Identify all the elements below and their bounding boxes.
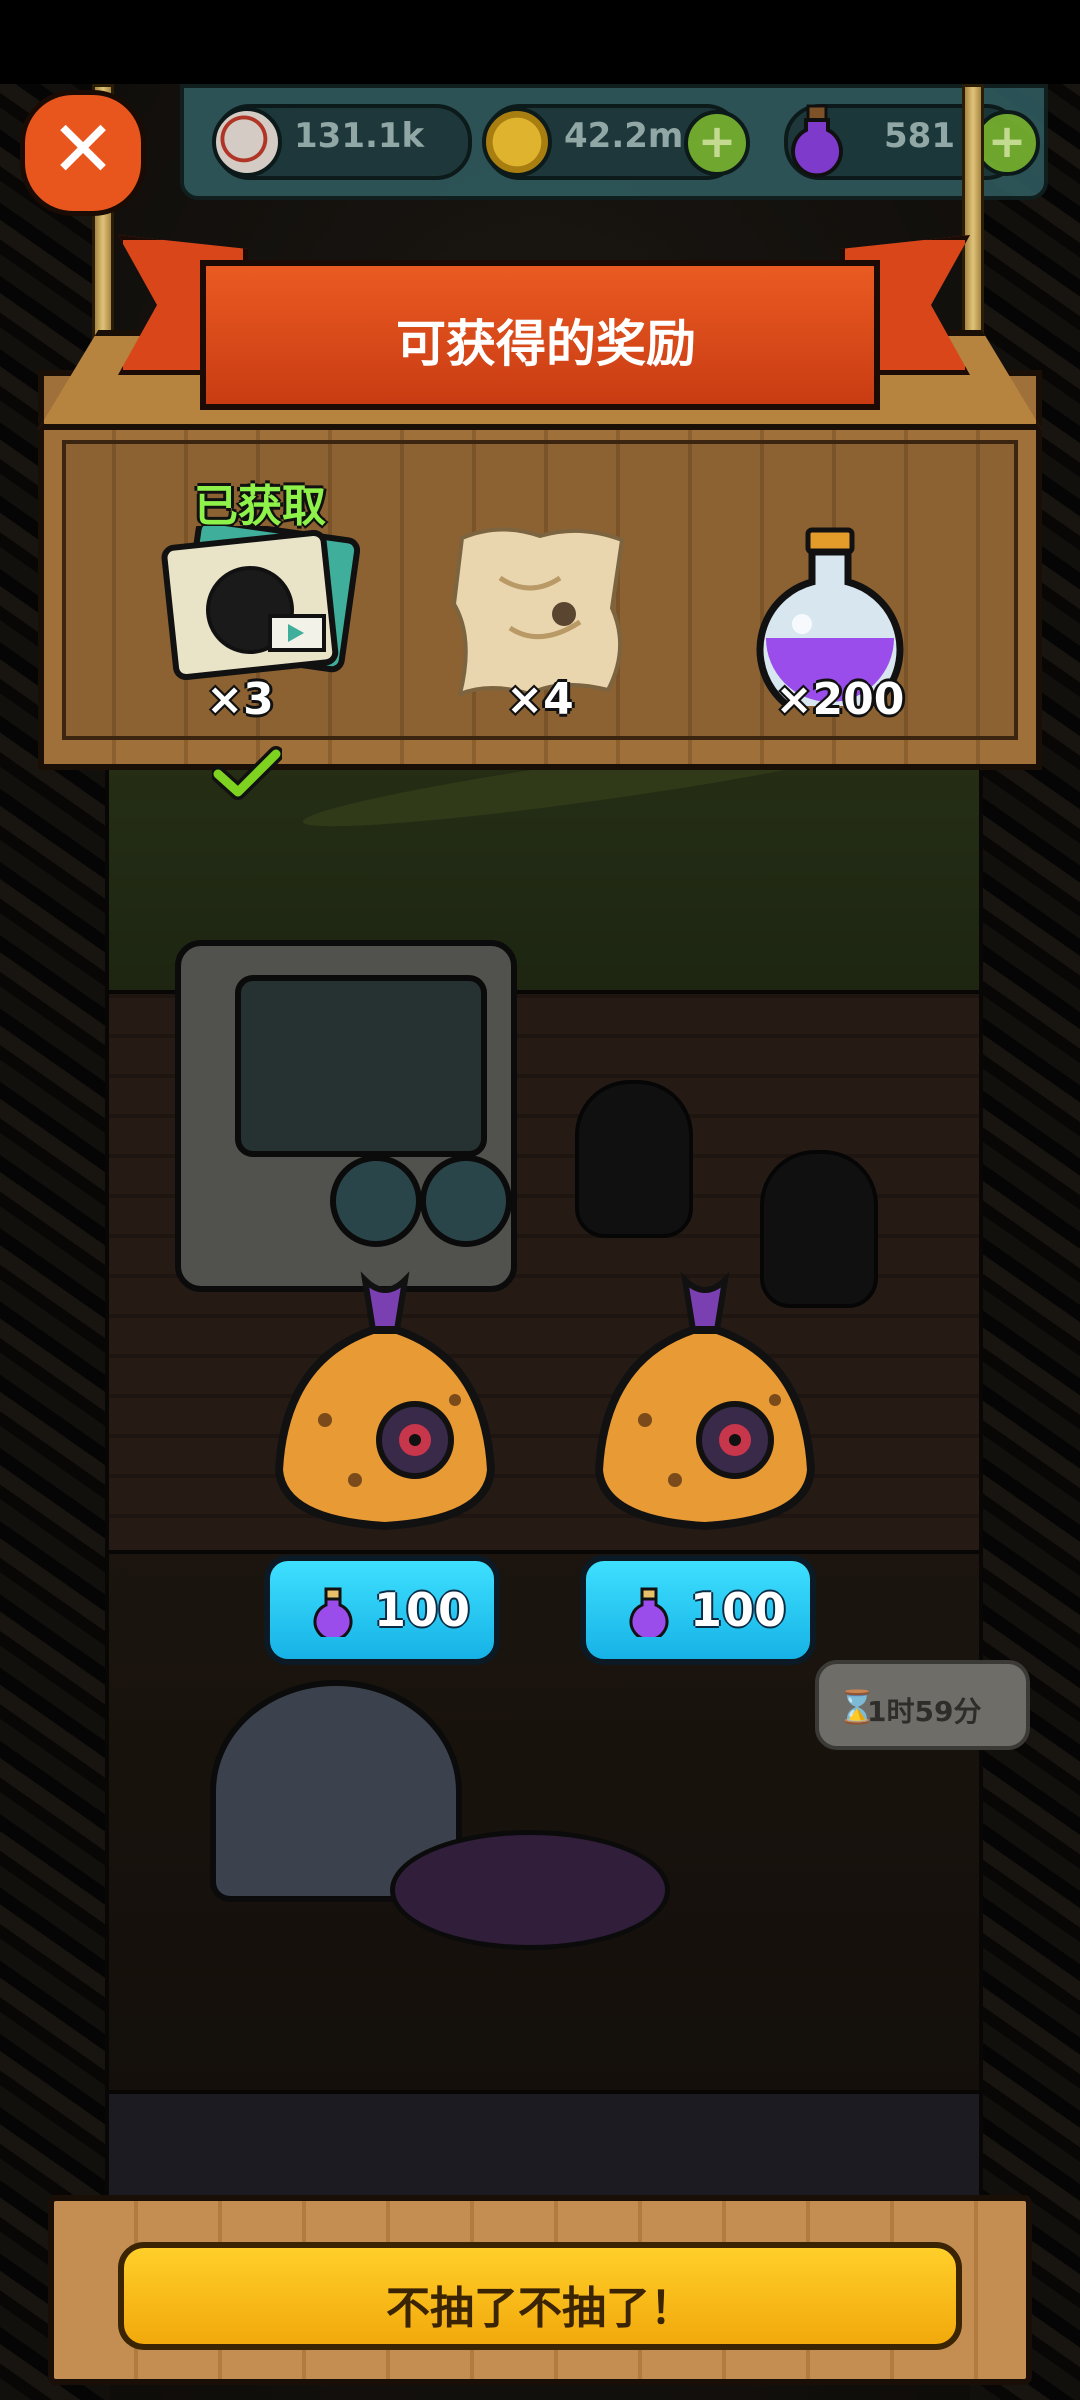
reward-quantity: ×3 (206, 674, 274, 725)
eyeball-count: 131.1k (294, 116, 425, 156)
checkmark-icon (212, 746, 282, 800)
coin-counter: 42.2m + (482, 104, 750, 180)
plus-icon: + (697, 114, 737, 168)
reward-item: ×3 (150, 470, 370, 800)
timer-badge: ⌛ 1时59分 (815, 1660, 1030, 1750)
rope-right (962, 84, 984, 340)
quit-draw-button[interactable]: 不抽了不抽了！ (118, 2242, 962, 2350)
bag-price: 100 (374, 1583, 471, 1637)
eyeball-counter: 131.1k (212, 104, 472, 180)
title-ribbon: 可获得的奖励 (200, 260, 880, 410)
purple-potion-icon (791, 104, 843, 178)
coin-icon (482, 107, 552, 177)
quit-draw-label: 不抽了不抽了！ (386, 2283, 694, 2334)
mystery-bag-icon (274, 1271, 496, 1531)
potion-counter: 581 + (784, 104, 1040, 180)
mystery-bag-icon (594, 1271, 816, 1531)
timer-text: 1时59分 (867, 1695, 982, 1728)
coin-count: 42.2m (564, 116, 684, 156)
resource-hud: 131.1k 42.2m + 581 + (180, 84, 1048, 200)
eyeball-icon (212, 107, 282, 177)
reward-quantity: ×200 (775, 674, 905, 725)
reward-item: ×4 (430, 510, 650, 770)
purple-potion-icon (629, 1587, 669, 1637)
add-coins-button[interactable]: + (684, 110, 750, 176)
bag-price: 100 (690, 1583, 787, 1637)
close-button[interactable]: ✕ (20, 90, 146, 216)
potion-count: 581 (884, 116, 955, 156)
card-pack-icon (161, 526, 360, 681)
mystery-bag[interactable] (265, 1270, 505, 1550)
reward-item: ×200 (720, 510, 940, 770)
mystery-bag[interactable] (585, 1270, 825, 1550)
banner-title: 可获得的奖励 (396, 315, 696, 373)
close-icon: ✕ (50, 105, 116, 195)
reward-quantity: ×4 (506, 674, 574, 725)
buy-bag-button[interactable]: 100 (264, 1555, 500, 1665)
buy-bag-button[interactable]: 100 (580, 1555, 816, 1665)
plus-icon: + (987, 114, 1027, 168)
status-bar (0, 0, 1080, 84)
purple-potion-icon (313, 1587, 353, 1637)
